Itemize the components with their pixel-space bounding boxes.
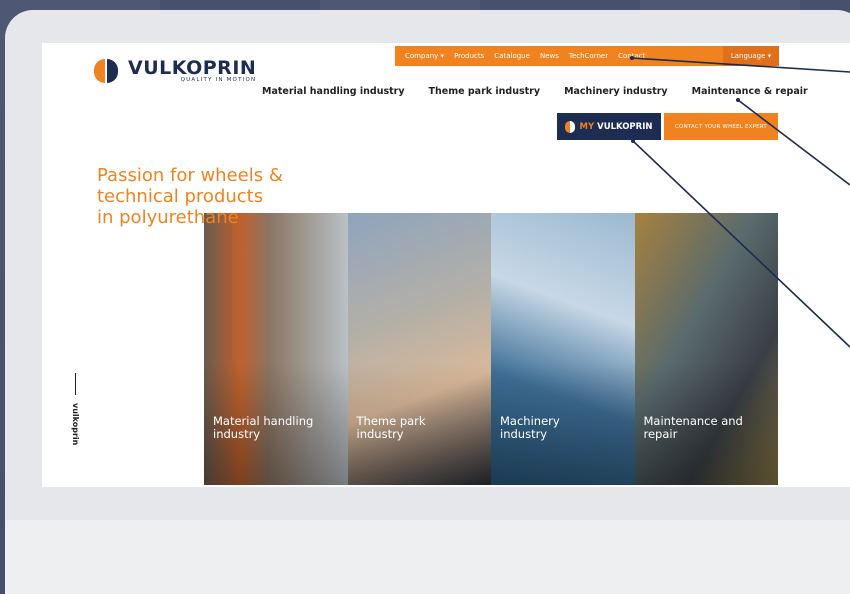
- top-navigation-bar: Company ▾ Products Catalogue News TechCo…: [395, 46, 779, 66]
- topnav-item-catalogue[interactable]: Catalogue: [494, 52, 530, 60]
- contact-expert-button[interactable]: CONTACT YOUR WHEEL EXPERT: [664, 113, 778, 140]
- tile-material-handling[interactable]: Material handling industry: [204, 213, 348, 485]
- topnav-item-company[interactable]: Company ▾: [405, 52, 444, 60]
- site-logo[interactable]: VULKOPRIN QUALITY IN MOTION: [94, 57, 256, 85]
- tile-caption: Material handling industry: [213, 414, 314, 441]
- mainnav-item-machinery[interactable]: Machinery industry: [564, 86, 668, 97]
- mainnav-item-theme-park[interactable]: Theme park industry: [429, 86, 541, 97]
- logo-wordmark: VULKOPRIN: [128, 57, 257, 79]
- tile-caption: Machinery industry: [500, 414, 560, 441]
- hero-title: Passion for wheels & technical products …: [97, 165, 283, 228]
- side-label-text: vulkoprin: [71, 403, 80, 446]
- language-selector[interactable]: Language ▾: [723, 46, 779, 66]
- hero-line: technical products: [97, 186, 264, 207]
- hero-line: Passion for wheels &: [97, 165, 283, 186]
- side-label-divider: [75, 373, 76, 395]
- topnav-item-products[interactable]: Products: [454, 52, 484, 60]
- monitor-bezel: [5, 520, 850, 594]
- side-label: vulkoprin: [71, 373, 80, 445]
- logo-icon: [94, 57, 120, 85]
- topnav-item-news[interactable]: News: [540, 52, 559, 60]
- hero-line: in polyurethane: [97, 207, 239, 228]
- my-vulkoprin-button[interactable]: MY VULKOPRIN: [557, 113, 661, 140]
- main-navigation: Material handling industry Theme park in…: [262, 86, 832, 97]
- topnav-item-contact[interactable]: Contact: [618, 52, 645, 60]
- mainnav-item-material-handling[interactable]: Material handling industry: [262, 86, 405, 97]
- website-screen: VULKOPRIN QUALITY IN MOTION Company ▾ Pr…: [42, 43, 850, 487]
- topnav-item-techcorner[interactable]: TechCorner: [569, 52, 608, 60]
- logo-icon: [565, 120, 576, 133]
- my-prefix: MY: [579, 121, 595, 132]
- my-brand: VULKOPRIN: [597, 121, 653, 132]
- tile-maintenance[interactable]: Maintenance and repair: [634, 213, 778, 485]
- tile-caption: Maintenance and repair: [643, 414, 743, 441]
- tile-caption: Theme park industry: [356, 414, 426, 441]
- industry-tiles: Material handling industry Theme park indu…: [204, 213, 778, 485]
- tile-theme-park[interactable]: Theme park industry: [347, 213, 491, 485]
- tile-machinery[interactable]: Machinery industry: [491, 213, 635, 485]
- mainnav-item-maintenance[interactable]: Maintenance & repair: [692, 86, 808, 97]
